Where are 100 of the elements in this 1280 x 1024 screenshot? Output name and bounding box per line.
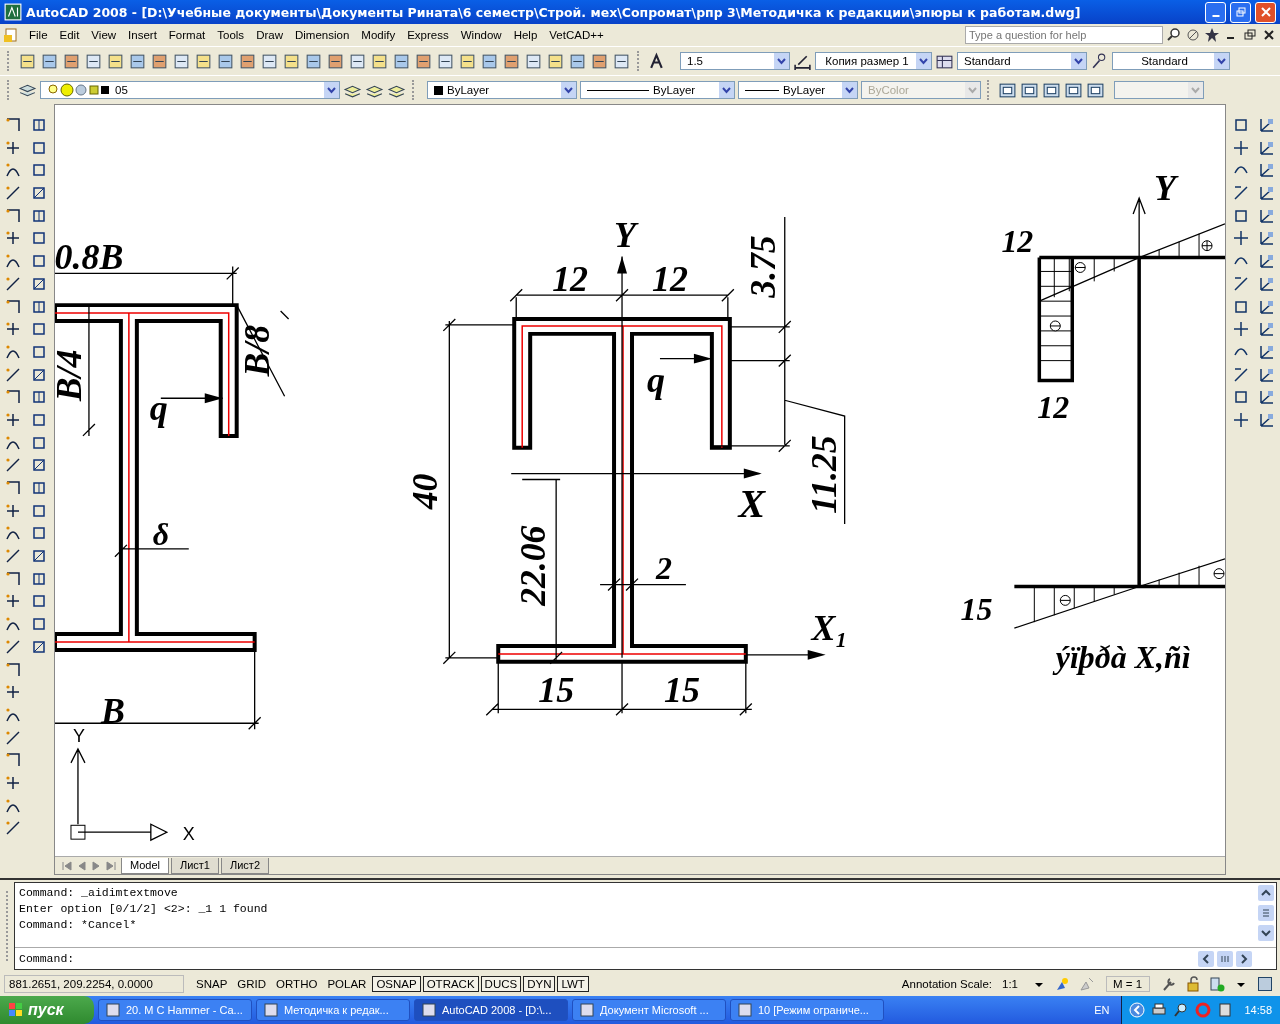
tray-check-icon[interactable] bbox=[1209, 976, 1225, 992]
scroll-right-icon[interactable] bbox=[1236, 950, 1252, 967]
taskbar-button[interactable]: Документ Microsoft ... bbox=[572, 999, 726, 1021]
status-toggle[interactable]: OSNAP bbox=[372, 976, 421, 992]
draw-tool-icon[interactable] bbox=[4, 637, 22, 656]
menu-item[interactable]: Draw bbox=[250, 29, 289, 41]
dimension-tool-icon[interactable] bbox=[1258, 388, 1276, 407]
drawing-label: q bbox=[647, 360, 665, 401]
taskbar-button[interactable]: Методичка к редак... bbox=[256, 999, 410, 1021]
draw-tool-icon[interactable] bbox=[4, 728, 22, 747]
modify-tool-icon[interactable] bbox=[1232, 138, 1250, 157]
dimension-tool-icon[interactable] bbox=[1258, 116, 1276, 134]
drawing-label: 12 bbox=[552, 259, 589, 300]
layout-tab[interactable]: Лист1 bbox=[170, 857, 219, 874]
search-icon[interactable] bbox=[1166, 27, 1182, 43]
drawing-label: Y bbox=[1154, 168, 1177, 209]
menu-item[interactable]: File bbox=[23, 29, 54, 41]
modify-tool-icon[interactable] bbox=[1232, 229, 1250, 248]
modify-tool-icon[interactable] bbox=[1232, 274, 1250, 293]
layout-tab[interactable]: Model bbox=[121, 857, 169, 874]
draw-tool-icon[interactable] bbox=[4, 274, 22, 293]
dimension-tool-icon[interactable] bbox=[1258, 252, 1276, 271]
table-style-dropdown[interactable]: Standard bbox=[957, 52, 1087, 70]
status-toggle[interactable]: DYN bbox=[523, 976, 556, 992]
modify-tool-icon[interactable] bbox=[1232, 365, 1250, 384]
scroll-thumb-icon[interactable] bbox=[1258, 905, 1274, 921]
menu-item[interactable]: VetCAD++ bbox=[543, 29, 610, 41]
windows-logo-icon bbox=[8, 1002, 24, 1018]
menu-item[interactable]: Help bbox=[507, 29, 544, 41]
scroll-left-icon[interactable] bbox=[1198, 950, 1214, 967]
wrench-icon[interactable] bbox=[1161, 976, 1177, 992]
language-indicator[interactable]: EN bbox=[1094, 1004, 1110, 1016]
scroll-up-icon[interactable] bbox=[1258, 885, 1274, 901]
menu-item[interactable]: View bbox=[85, 29, 123, 41]
menu-item[interactable]: Express bbox=[401, 29, 455, 41]
dimension-tool-icon[interactable] bbox=[1258, 320, 1276, 339]
linetype-dropdown[interactable]: ByLayer bbox=[580, 81, 735, 99]
taskbar-button[interactable]: AutoCAD 2008 - [D:\... bbox=[414, 999, 568, 1021]
menu-item[interactable]: Edit bbox=[53, 29, 86, 41]
window-title: AutoCAD 2008 - [D:\Учебные документы\Документы Рината\6 семестр\Строй. мех\Сопромат\рпр 3\Методичка к редакции\эпюры к работам.dwg] bbox=[26, 4, 1082, 20]
menu-item[interactable]: Dimension bbox=[288, 29, 356, 41]
app-icon bbox=[4, 3, 22, 21]
start-button[interactable]: пуск bbox=[0, 996, 94, 1024]
draw-tool-icon[interactable] bbox=[4, 569, 22, 588]
status-toggle[interactable]: LWT bbox=[557, 976, 589, 992]
dimension-tool-icon[interactable] bbox=[1258, 229, 1276, 248]
drawing-label: 12 bbox=[652, 259, 688, 300]
app-icon bbox=[421, 1002, 437, 1018]
menu-item[interactable]: Insert bbox=[122, 29, 163, 41]
scroll-down-icon[interactable] bbox=[1258, 925, 1274, 941]
menu-item[interactable]: Tools bbox=[211, 29, 251, 41]
star-icon[interactable] bbox=[1204, 27, 1220, 43]
lock-icon[interactable] bbox=[1185, 976, 1201, 992]
clock: 14:58 bbox=[1244, 1004, 1272, 1016]
command-prompt[interactable]: Command: bbox=[19, 950, 75, 967]
multileader-style-dropdown[interactable]: Standard bbox=[1112, 52, 1230, 70]
tab-navigation-icon[interactable] bbox=[59, 858, 119, 873]
status-toggle[interactable]: DUCS bbox=[480, 976, 522, 992]
menu-item[interactable]: Format bbox=[162, 29, 212, 41]
lineweight-dropdown[interactable]: ByLayer bbox=[738, 81, 858, 99]
taskbar-button[interactable]: 10 [Режим ограниче... bbox=[730, 999, 884, 1021]
annotation-scale-dropdown[interactable]: 1:1 bbox=[1002, 978, 1018, 990]
menu-item[interactable]: Modify bbox=[355, 29, 402, 41]
drawing-label: 40 bbox=[405, 473, 446, 510]
modify-tool-icon[interactable] bbox=[30, 116, 48, 134]
drawing-label: 11.25 bbox=[803, 435, 844, 514]
modify-tool-icon[interactable] bbox=[30, 479, 48, 497]
dimension-style-dropdown[interactable]: Копия размер 1 bbox=[815, 52, 932, 70]
text-height-dropdown[interactable]: 1.5 bbox=[680, 52, 790, 70]
scroll-thumb-icon[interactable] bbox=[1217, 950, 1233, 967]
modify-tool-icon[interactable] bbox=[1232, 410, 1250, 429]
restore-icon[interactable] bbox=[1242, 27, 1258, 43]
draw-tool-icon[interactable] bbox=[4, 116, 22, 134]
close-button[interactable] bbox=[1255, 1, 1276, 23]
scrollbar[interactable] bbox=[1198, 950, 1252, 967]
clean-screen-icon[interactable] bbox=[1257, 976, 1273, 992]
printer-icon[interactable] bbox=[1151, 1002, 1168, 1018]
color-dropdown[interactable]: ByLayer bbox=[427, 81, 577, 99]
draw-tool-icon[interactable] bbox=[4, 297, 22, 316]
draw-tool-icon[interactable] bbox=[4, 479, 22, 497]
minimize-button[interactable] bbox=[1205, 1, 1226, 23]
chevron-icon[interactable] bbox=[1129, 1002, 1146, 1018]
drawing-label: B/8 bbox=[236, 324, 277, 377]
viewport-scale-dropdown[interactable] bbox=[1114, 81, 1204, 99]
modify-tool-icon[interactable] bbox=[1232, 116, 1250, 134]
layer-dropdown[interactable]: 05 bbox=[40, 81, 340, 99]
restore-button[interactable] bbox=[1230, 1, 1251, 23]
taskbar-button[interactable]: 20. M C Hammer - Ca... bbox=[98, 999, 252, 1021]
draw-tool-icon[interactable] bbox=[4, 206, 22, 225]
menu-item[interactable]: Window bbox=[454, 29, 508, 41]
draw-tool-icon[interactable] bbox=[4, 365, 22, 384]
help-search-field[interactable]: Type a question for help bbox=[965, 26, 1163, 44]
device-icon[interactable] bbox=[1217, 1002, 1234, 1018]
modify-tool-icon[interactable] bbox=[1232, 320, 1250, 339]
magnifier-icon[interactable] bbox=[1173, 1002, 1190, 1018]
dimension-tool-icon[interactable] bbox=[1258, 161, 1276, 180]
dimension-tool-icon[interactable] bbox=[1258, 184, 1276, 203]
draw-tool-icon[interactable] bbox=[4, 660, 22, 679]
layout-tab[interactable]: Лист2 bbox=[221, 857, 270, 874]
status-toggle[interactable]: OTRACK bbox=[422, 976, 479, 992]
